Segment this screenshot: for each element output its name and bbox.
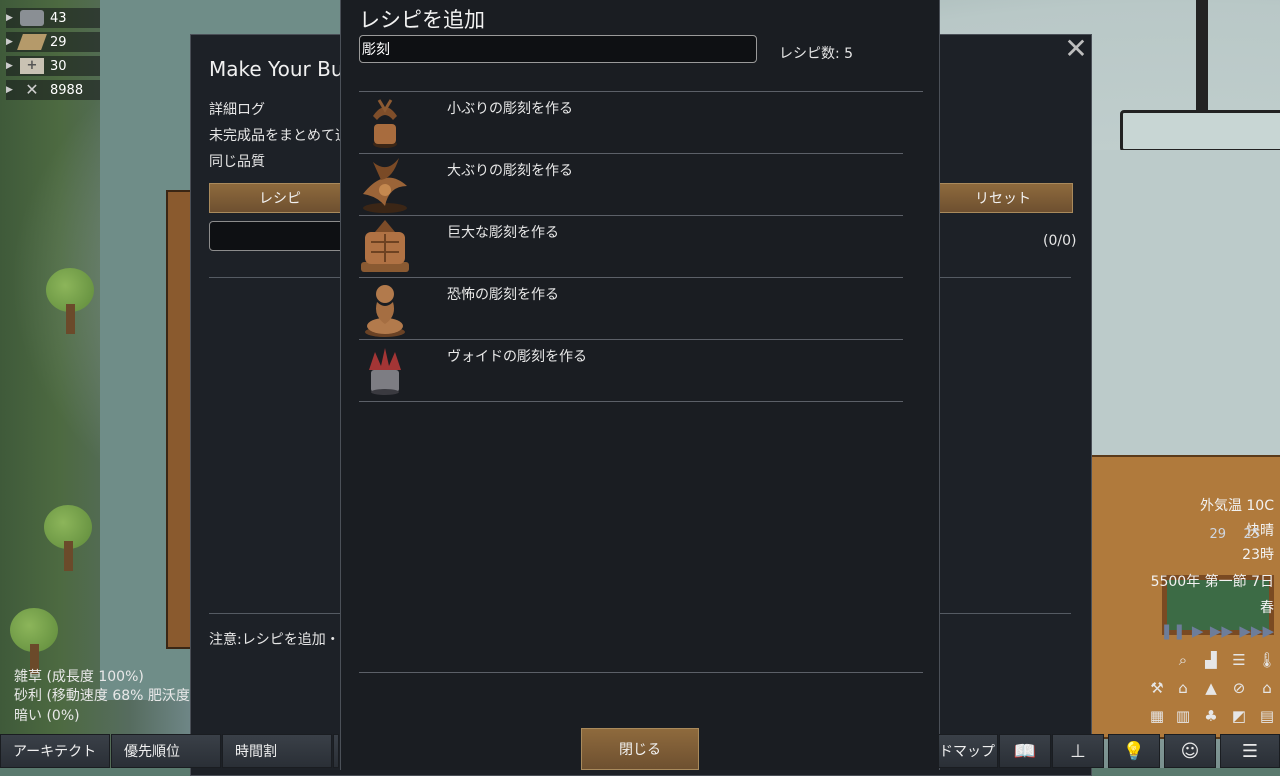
- inspect-line: 暗い (0%): [14, 708, 80, 724]
- unfinished-option[interactable]: 未完成品をまとめて追: [209, 125, 349, 145]
- detail-log-option[interactable]: 詳細ログ: [209, 99, 265, 119]
- large-sculpture-icon: [363, 158, 407, 213]
- bill-window-title: Make Your Bu: [209, 57, 344, 81]
- expand-arrow-icon[interactable]: ▶: [6, 13, 14, 23]
- factory-icon[interactable]: ▟: [1200, 650, 1222, 670]
- ideology-icon[interactable]: ☺: [1164, 734, 1216, 768]
- recipe-item[interactable]: 小ぶりの彫刻を作る: [359, 92, 903, 154]
- menu-icon[interactable]: ☰: [1220, 734, 1280, 768]
- resource-silver[interactable]: ▶ 43: [6, 8, 100, 28]
- void-sculpture-icon: [369, 348, 401, 395]
- filter-input[interactable]: [209, 221, 351, 251]
- pawn-count-a: 29: [1209, 527, 1226, 542]
- fast-forward-icon[interactable]: ▶▶: [1210, 622, 1233, 640]
- tab-hidden[interactable]: [333, 734, 339, 768]
- recipe-item[interactable]: 大ぶりの彫刻を作る: [359, 153, 903, 216]
- tab-world-map[interactable]: ドマップ: [938, 734, 998, 768]
- hammer-icon[interactable]: ⚒: [1146, 678, 1168, 698]
- factions-icon[interactable]: ⊥: [1052, 734, 1104, 768]
- recipe-item[interactable]: 巨大な彫刻を作る: [359, 215, 903, 278]
- superfast-icon[interactable]: ▶▶▶: [1239, 622, 1274, 640]
- medicine-icon: +: [20, 58, 44, 74]
- play-icon[interactable]: ▶: [1192, 622, 1204, 640]
- recipe-item[interactable]: ヴォイドの彫刻を作る: [359, 339, 903, 402]
- dialog-title: レシピを追加: [359, 8, 485, 32]
- bar-chart-icon[interactable]: ▥: [1172, 706, 1194, 726]
- resource-value: 29: [50, 34, 67, 50]
- recipe-label: 恐怖の彫刻を作る: [447, 287, 559, 303]
- inspect-line: 砂利 (移動速度 68% 肥沃度: [14, 688, 190, 704]
- outdoor-temperature: 外気温 10C: [1199, 498, 1274, 514]
- season: 春: [1260, 600, 1274, 616]
- tab-priorities[interactable]: 優先順位: [111, 734, 221, 768]
- plant-icon[interactable]: ♣: [1200, 706, 1222, 726]
- wood-icon: [17, 34, 47, 50]
- recipe-button[interactable]: レシピ: [209, 183, 351, 213]
- research-icon[interactable]: 💡: [1108, 734, 1160, 768]
- inspect-line: 雑草 (成長度 100%): [14, 669, 144, 685]
- close-icon[interactable]: ✕: [1063, 35, 1089, 63]
- reset-button[interactable]: リセット: [933, 183, 1073, 213]
- close-button[interactable]: 閉じる: [581, 728, 699, 770]
- bill-note: 注意:レシピを追加・: [209, 632, 340, 648]
- small-sculpture-icon: [373, 99, 397, 148]
- list-toggle-icon[interactable]: ☰: [1228, 650, 1250, 670]
- pawn-count-b: 25: [1243, 527, 1260, 542]
- speed-controls: ❚❚ ▶ ▶▶ ▶▶▶: [1148, 622, 1274, 640]
- book-icon[interactable]: 📖: [999, 734, 1051, 768]
- resource-medicine[interactable]: ▶ + 30: [6, 56, 100, 76]
- roof-icon[interactable]: ⌂: [1256, 678, 1278, 698]
- overlay-toggles: ⌕ ▟ ☰ 🌡 ⚒ ⌂ ▲ ⊘ ⌂ ▦ ▥ ♣ ◩ ▤: [1144, 648, 1280, 734]
- magnify-icon[interactable]: ⌕: [1172, 650, 1194, 670]
- recipe-label: 小ぶりの彫刻を作る: [447, 101, 573, 117]
- expand-arrow-icon[interactable]: ▶: [6, 37, 14, 47]
- tab-architect[interactable]: アーキテクト: [0, 734, 110, 768]
- horror-sculpture-icon: [365, 285, 405, 337]
- grid-icon[interactable]: ▦: [1146, 706, 1168, 726]
- home-icon[interactable]: ⌂: [1172, 678, 1194, 698]
- recipe-label: ヴォイドの彫刻を作る: [447, 349, 587, 365]
- resource-value: 8988: [50, 82, 84, 98]
- expand-arrow-icon[interactable]: ▶: [6, 61, 14, 71]
- panel-icon[interactable]: ▤: [1256, 706, 1278, 726]
- recipe-count: レシピ数: 5: [779, 46, 854, 62]
- recipe-item[interactable]: 恐怖の彫刻を作る: [359, 277, 903, 340]
- date: 5500年 第一節 7日: [1150, 574, 1274, 590]
- pause-icon[interactable]: ❚❚: [1160, 622, 1185, 640]
- resource-weapon[interactable]: ▶ ✕ 8988: [6, 80, 100, 100]
- resource-value: 43: [50, 10, 67, 26]
- recipe-label: 大ぶりの彫刻を作る: [447, 163, 573, 179]
- bill-counter: (0/0): [1043, 233, 1077, 249]
- tab-schedule[interactable]: 時間割: [222, 734, 332, 768]
- silver-icon: [20, 10, 44, 26]
- hour: 23時: [1242, 547, 1274, 563]
- expand-arrow-icon[interactable]: ▶: [6, 85, 14, 95]
- zone-icon[interactable]: ◩: [1228, 706, 1250, 726]
- mountain-icon[interactable]: ▲: [1200, 678, 1222, 698]
- thermometer-icon[interactable]: 🌡: [1256, 650, 1278, 670]
- recipe-label: 巨大な彫刻を作る: [447, 225, 559, 241]
- resource-value: 30: [50, 58, 67, 74]
- resource-wood[interactable]: ▶ 29: [6, 32, 100, 52]
- same-quality-option[interactable]: 同じ品質: [209, 151, 265, 171]
- recipe-search-input[interactable]: [359, 35, 757, 63]
- grand-sculpture-icon: [361, 220, 409, 272]
- add-recipe-dialog: レシピを追加 レシピ数: 5 小ぶりの彫刻を作る 大ぶりの彫刻を作る 巨大な彫刻…: [340, 0, 940, 770]
- weapon-icon: ✕: [25, 80, 39, 99]
- forbid-icon[interactable]: ⊘: [1228, 678, 1250, 698]
